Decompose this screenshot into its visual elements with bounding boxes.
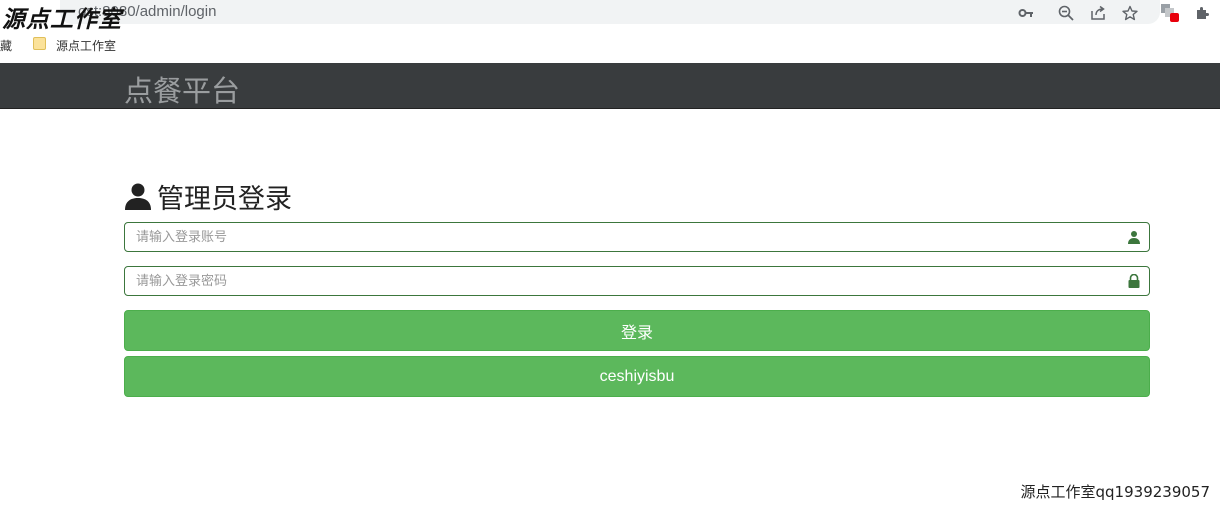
password-field bbox=[124, 266, 1150, 296]
user-icon bbox=[1128, 231, 1140, 244]
user-icon bbox=[125, 183, 151, 210]
bookmarks-bar: 藏 源点工作室 bbox=[0, 30, 1220, 58]
zoom-out-icon[interactable] bbox=[1056, 3, 1076, 23]
browser-address-row: ost:8080/admin/login 源点工作室 bbox=[0, 0, 1220, 33]
puzzle-icon[interactable] bbox=[1192, 3, 1212, 23]
login-heading: 管理员登录 bbox=[123, 178, 292, 215]
account-input[interactable] bbox=[125, 223, 1149, 251]
address-bar[interactable] bbox=[60, 0, 1160, 24]
extension-profile-icon[interactable] bbox=[1160, 3, 1180, 23]
folder-icon bbox=[33, 37, 46, 50]
password-input[interactable] bbox=[125, 267, 1149, 295]
bookmark-folder-yuandian[interactable]: 源点工作室 bbox=[56, 37, 116, 54]
login-title: 管理员登录 bbox=[157, 183, 292, 215]
login-button[interactable]: 登录 bbox=[124, 310, 1150, 351]
brand-title[interactable]: 点餐平台 bbox=[124, 68, 240, 110]
watermark-top: 源点工作室 bbox=[2, 7, 122, 33]
star-icon[interactable] bbox=[1120, 3, 1140, 23]
share-icon[interactable] bbox=[1088, 3, 1108, 23]
account-field bbox=[124, 222, 1150, 252]
key-icon[interactable] bbox=[1016, 3, 1036, 23]
test-button[interactable]: ceshiyisbu bbox=[124, 356, 1150, 397]
watermark-bottom: 源点工作室qq1939239057 bbox=[1020, 483, 1210, 501]
navbar: 点餐平台 bbox=[0, 63, 1220, 109]
lock-icon bbox=[1128, 274, 1140, 288]
bookmarks-label-partial[interactable]: 藏 bbox=[0, 37, 12, 54]
